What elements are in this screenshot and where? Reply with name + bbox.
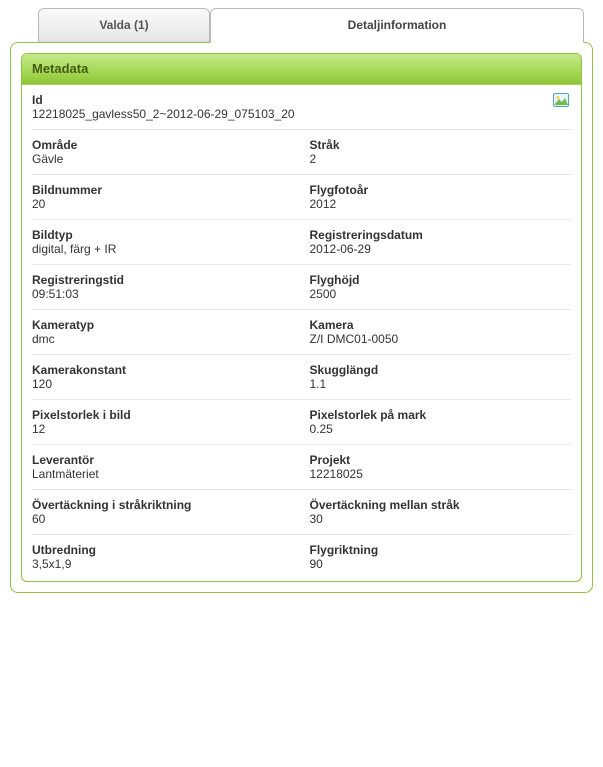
tab-valda[interactable]: Valda (1) xyxy=(38,8,210,43)
tab-bar: Valda (1) Detaljinformation xyxy=(10,6,593,42)
field-cell: Övertäckning i stråkriktning60 xyxy=(32,498,302,526)
metadata-row: Pixelstorlek i bild12Pixelstorlek på mar… xyxy=(32,400,571,445)
field-cell: Projekt12218025 xyxy=(302,453,572,481)
metadata-row: Bildnummer20Flygfotoår2012 xyxy=(32,175,571,220)
field-label: Kamerakonstant xyxy=(32,363,296,377)
field-cell: KameraZ/I DMC01-0050 xyxy=(302,318,572,346)
field-cell: Skugglängd1.1 xyxy=(302,363,572,391)
field-label: Stråk xyxy=(310,138,566,152)
field-value: 1.1 xyxy=(310,377,566,391)
field-value: 2012 xyxy=(310,197,566,211)
field-label: Utbredning xyxy=(32,543,296,557)
field-label: Kamera xyxy=(310,318,566,332)
field-label: Övertäckning mellan stråk xyxy=(310,498,566,512)
field-label: Pixelstorlek på mark xyxy=(310,408,566,422)
field-label: Bildtyp xyxy=(32,228,296,242)
field-label: Registreringsdatum xyxy=(310,228,566,242)
field-label: Skugglängd xyxy=(310,363,566,377)
field-cell: Registreringstid09:51:03 xyxy=(32,273,302,301)
field-value: 120 xyxy=(32,377,296,391)
field-cell: Utbredning3,5x1,9 xyxy=(32,543,302,571)
field-value: 60 xyxy=(32,512,296,526)
field-value: digital, färg + IR xyxy=(32,242,296,256)
field-cell: Pixelstorlek på mark0.25 xyxy=(302,408,572,436)
field-cell: Flyghöjd2500 xyxy=(302,273,572,301)
field-cell: Bildnummer20 xyxy=(32,183,302,211)
field-value: Gävle xyxy=(32,152,296,166)
field-cell: Kameratypdmc xyxy=(32,318,302,346)
metadata-rows: OmrådeGävleStråk2Bildnummer20Flygfotoår2… xyxy=(32,130,571,579)
metadata-body: Id 12218025_gavless50_2~2012-06-29_07510… xyxy=(22,85,581,581)
field-id-label: Id xyxy=(32,93,565,107)
field-value: 2500 xyxy=(310,287,566,301)
field-label: Flygfotoår xyxy=(310,183,566,197)
field-value: 90 xyxy=(310,557,566,571)
metadata-row: Kamerakonstant120Skugglängd1.1 xyxy=(32,355,571,400)
field-cell: LeverantörLantmäteriet xyxy=(32,453,302,481)
field-label: Registreringstid xyxy=(32,273,296,287)
field-label: Kameratyp xyxy=(32,318,296,332)
field-value: 12 xyxy=(32,422,296,436)
field-label: Pixelstorlek i bild xyxy=(32,408,296,422)
metadata-row: Bildtypdigital, färg + IRRegistreringsda… xyxy=(32,220,571,265)
metadata-row: LeverantörLantmäterietProjekt12218025 xyxy=(32,445,571,490)
field-cell: Flygriktning90 xyxy=(302,543,572,571)
field-value: dmc xyxy=(32,332,296,346)
field-value: 20 xyxy=(32,197,296,211)
metadata-row: Registreringstid09:51:03Flyghöjd2500 xyxy=(32,265,571,310)
metadata-row: Utbredning3,5x1,9Flygriktning90 xyxy=(32,535,571,579)
field-cell: Bildtypdigital, färg + IR xyxy=(32,228,302,256)
field-value: 09:51:03 xyxy=(32,287,296,301)
field-value: 2 xyxy=(310,152,566,166)
detail-panel: Metadata Id 12218025_gavless50_2~2012-06… xyxy=(10,42,593,593)
field-label: Bildnummer xyxy=(32,183,296,197)
field-cell: Kamerakonstant120 xyxy=(32,363,302,391)
metadata-row: OmrådeGävleStråk2 xyxy=(32,130,571,175)
field-label: Flygriktning xyxy=(310,543,566,557)
metadata-card-title: Metadata xyxy=(22,54,581,85)
metadata-card: Metadata Id 12218025_gavless50_2~2012-06… xyxy=(21,53,582,582)
metadata-row: Övertäckning i stråkriktning60Övertäckni… xyxy=(32,490,571,535)
field-label: Område xyxy=(32,138,296,152)
image-icon[interactable] xyxy=(553,93,569,107)
field-cell: Övertäckning mellan stråk30 xyxy=(302,498,572,526)
metadata-row: KameratypdmcKameraZ/I DMC01-0050 xyxy=(32,310,571,355)
field-label: Projekt xyxy=(310,453,566,467)
field-label: Övertäckning i stråkriktning xyxy=(32,498,296,512)
metadata-row-id: Id 12218025_gavless50_2~2012-06-29_07510… xyxy=(32,85,571,130)
tab-detaljinformation[interactable]: Detaljinformation xyxy=(210,8,584,43)
page-root: Valda (1) Detaljinformation Metadata Id … xyxy=(0,6,603,603)
field-value: 3,5x1,9 xyxy=(32,557,296,571)
field-value: Z/I DMC01-0050 xyxy=(310,332,566,346)
field-id: Id 12218025_gavless50_2~2012-06-29_07510… xyxy=(32,93,571,121)
field-cell: Stråk2 xyxy=(302,138,572,166)
field-cell: OmrådeGävle xyxy=(32,138,302,166)
field-label: Leverantör xyxy=(32,453,296,467)
field-value: 0.25 xyxy=(310,422,566,436)
field-value: 12218025 xyxy=(310,467,566,481)
field-cell: Registreringsdatum2012-06-29 xyxy=(302,228,572,256)
field-value: 30 xyxy=(310,512,566,526)
field-value: Lantmäteriet xyxy=(32,467,296,481)
field-id-value: 12218025_gavless50_2~2012-06-29_075103_2… xyxy=(32,107,565,121)
field-label: Flyghöjd xyxy=(310,273,566,287)
field-cell: Flygfotoår2012 xyxy=(302,183,572,211)
field-value: 2012-06-29 xyxy=(310,242,566,256)
field-cell: Pixelstorlek i bild12 xyxy=(32,408,302,436)
